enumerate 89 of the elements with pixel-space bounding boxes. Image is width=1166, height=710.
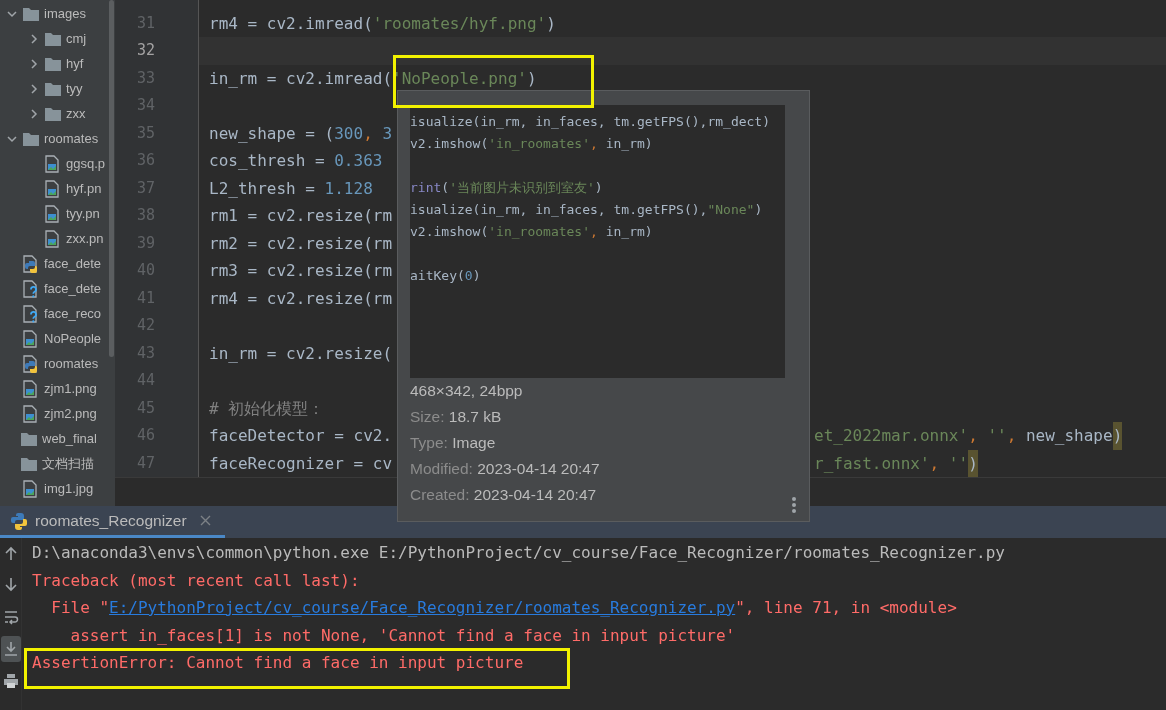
tree-item[interactable]: zjm1.png <box>0 376 115 402</box>
chevron-right-icon[interactable] <box>29 109 39 119</box>
folder-icon <box>44 56 62 72</box>
tree-item[interactable]: zxx <box>0 101 115 127</box>
code-text: new_shape = (300, 3 <box>209 122 393 145</box>
chevron-down-icon[interactable] <box>7 134 17 144</box>
line-number: 32 <box>135 40 156 61</box>
chevron-right-icon[interactable] <box>29 59 39 69</box>
tree-item[interactable]: roomates <box>0 126 115 152</box>
console-line: AssertionError: Cannot find a face in input picture <box>32 654 524 672</box>
code-text: rm2 = cv2.resize(rm <box>209 232 393 255</box>
folder-icon <box>44 106 62 122</box>
code-text: v2.imshow('in_roomates', in_rm) <box>410 135 653 153</box>
console-line: Traceback (most recent call last): <box>32 571 360 590</box>
code-text: in_rm = cv2.resize( <box>209 342 393 365</box>
arrow-down-icon <box>2 577 19 593</box>
image-file-icon <box>22 380 40 398</box>
code-text: et_2022mar.onnx', '', new_shape) <box>814 422 1123 450</box>
image-file-icon <box>44 180 62 198</box>
image-file-icon <box>44 205 62 223</box>
image-file-icon <box>44 155 62 173</box>
close-icon[interactable] <box>199 515 211 526</box>
tree-item[interactable]: tyy.pn <box>0 201 115 227</box>
code-text: faceDetector = cv2. <box>209 425 393 447</box>
console-line: D:\anaconda3\envs\common\python.exe E:/PythonProject/cv_course/Face_Recognizer/roomates_Recognizer.py <box>32 544 1005 562</box>
code-text: rm4 = cv2.imread('roomates/hyf.png') <box>209 12 556 35</box>
code-text: faceRecognizer = cv <box>209 452 393 475</box>
property-text: Size: 18.7 kB <box>410 407 502 427</box>
code-text: rint('当前图片未识别到室友') <box>410 179 603 197</box>
code-text: isualize(in_rm, in_faces, tm.getFPS(),rm_dect) <box>410 113 771 131</box>
printer-icon <box>2 673 19 689</box>
tree-item[interactable]: face_reco <box>0 301 115 327</box>
image-file-icon <box>22 480 40 498</box>
python-file-icon <box>22 255 40 273</box>
image-dimensions: 468×342, 24bpp <box>410 381 523 401</box>
image-file-icon <box>22 405 40 423</box>
code-text: rm1 = cv2.resize(rm <box>209 205 393 227</box>
property-text: Type: Image <box>410 433 496 453</box>
image-file-icon <box>22 330 40 348</box>
wrap-icon <box>2 609 19 625</box>
chevron-down-icon[interactable] <box>7 9 17 19</box>
folder-icon <box>22 6 40 22</box>
python-icon <box>10 511 28 530</box>
chevron-right-icon[interactable] <box>29 84 39 94</box>
folder-icon <box>20 456 38 472</box>
tree-item[interactable]: 文档扫描 <box>0 451 115 477</box>
tree-item[interactable]: web_final <box>0 426 115 452</box>
tree-item[interactable]: NoPeople <box>0 326 115 352</box>
property-text: Modified: 2023-04-14 20:47 <box>410 459 600 479</box>
console-line: File "E:/PythonProject/cv_course/Face_Recognizer/roomates_Recognizer.py", line 71, in <module> <box>50 599 957 617</box>
file-link[interactable]: E:/PythonProject/cv_course/Face_Recognizer/roomates_Recognizer.py <box>109 599 736 617</box>
image-file-icon <box>44 230 62 248</box>
scrollbar-thumb[interactable] <box>109 0 114 357</box>
code-text: isualize(in_rm, in_faces, tm.getFPS(),"None") <box>410 201 763 219</box>
code-text: # 初始化模型： <box>209 397 325 420</box>
code-text: aitKey(0) <box>410 267 481 285</box>
code-text: L2_thresh = 1.128 <box>209 177 373 200</box>
tree-item[interactable]: img1.jpg <box>0 476 115 502</box>
run-tab[interactable]: roomates_Recognizer <box>0 506 225 538</box>
code-text: cos_thresh = 0.363 <box>209 150 383 172</box>
tree-item[interactable]: ggsq.p <box>0 151 115 177</box>
scroll-to-end-button[interactable] <box>0 636 21 662</box>
tree-item[interactable]: hyf.pn <box>0 176 115 202</box>
tree-item[interactable]: face_dete <box>0 251 115 277</box>
code-text: in_rm = cv2.imread('NoPeople.png') <box>209 67 537 90</box>
scroll-to-end-icon <box>2 641 19 657</box>
property-text: Created: 2023-04-14 20:47 <box>410 485 597 505</box>
code-text: r_fast.onnx', '') <box>814 449 978 477</box>
question-file-icon <box>22 280 40 298</box>
folder-icon <box>20 431 38 447</box>
code-text: v2.imshow('in_roomates', in_rm) <box>410 223 653 241</box>
tree-item[interactable]: face_dete <box>0 276 115 302</box>
folder-icon <box>44 31 62 47</box>
folder-icon <box>22 131 40 147</box>
question-file-icon <box>22 305 40 323</box>
python-file-icon <box>22 355 40 373</box>
tree-item[interactable]: tyy <box>0 76 115 102</box>
tree-item[interactable]: zjm2.png <box>0 401 115 427</box>
folder-icon <box>44 81 62 97</box>
chevron-right-icon[interactable] <box>29 34 39 44</box>
code-text: rm3 = cv2.resize(rm <box>209 260 393 282</box>
code-text: rm4 = cv2.resize(rm <box>209 287 393 310</box>
tree-item[interactable]: images <box>0 1 115 27</box>
tree-item[interactable]: zxx.pn <box>0 226 115 252</box>
tree-item[interactable]: roomates <box>0 351 115 377</box>
console-line: assert in_faces[1] is not None, 'Cannot find a face in input picture' <box>69 626 736 645</box>
more-icon[interactable] <box>791 496 797 514</box>
tree-item[interactable]: cmj <box>0 26 115 52</box>
tree-item[interactable]: hyf <box>0 51 115 77</box>
